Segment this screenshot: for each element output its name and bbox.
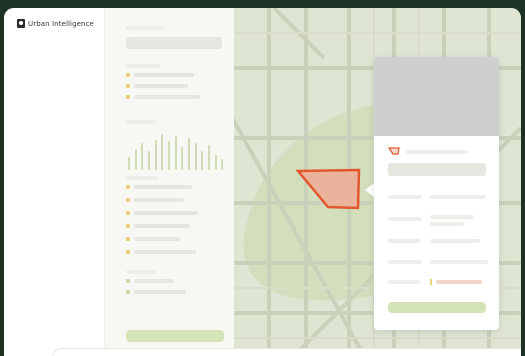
- filter-option: [134, 279, 174, 283]
- attribute-label: [388, 195, 422, 199]
- status-marker: [430, 279, 432, 285]
- checkbox-icon[interactable]: [126, 250, 130, 254]
- histogram-bar: [208, 145, 210, 170]
- histogram-bar: [161, 134, 164, 170]
- parcel-title-field[interactable]: [388, 163, 486, 176]
- attribute-value: [430, 239, 480, 243]
- histogram-bar: [174, 136, 177, 170]
- filter-section-heading: [126, 26, 164, 30]
- parcel-address: [406, 150, 468, 154]
- filter-section-heading: [126, 176, 158, 180]
- map-pin-logo-icon: [17, 19, 25, 28]
- view-details-button[interactable]: [388, 302, 486, 313]
- histogram-bar: [221, 159, 224, 170]
- histogram-bar: [128, 157, 130, 170]
- app-sidebar: Urban Intelligence: [4, 8, 104, 356]
- checkbox-icon[interactable]: [126, 290, 130, 294]
- filter-option: [134, 73, 194, 77]
- bottom-panel: [52, 348, 521, 356]
- checkbox-icon[interactable]: [126, 279, 130, 283]
- apply-filters-button[interactable]: [126, 330, 224, 342]
- histogram-bar: [148, 151, 150, 170]
- filter-panel: [104, 8, 234, 356]
- brand-name: Urban Intelligence: [28, 19, 94, 28]
- attribute-value: [430, 260, 488, 264]
- histogram-bar: [141, 143, 144, 170]
- checkbox-icon[interactable]: [126, 84, 130, 88]
- histogram-bar: [194, 143, 197, 170]
- attribute-value: [436, 280, 482, 284]
- filter-option: [134, 95, 200, 99]
- attribute-label: [388, 217, 422, 221]
- filter-option: [134, 198, 184, 202]
- checkbox-icon[interactable]: [126, 95, 130, 99]
- checkbox-icon[interactable]: [126, 211, 130, 215]
- parcel-photo: [374, 57, 499, 136]
- checkbox-icon[interactable]: [126, 73, 130, 77]
- value-histogram[interactable]: [126, 132, 226, 170]
- filter-option: [134, 224, 190, 228]
- histogram-bar: [134, 149, 137, 170]
- attribute-value: [430, 222, 464, 226]
- attribute-label: [388, 260, 422, 264]
- filter-section-heading: [126, 64, 160, 68]
- filter-option: [134, 290, 186, 294]
- filter-section-heading: [126, 120, 156, 124]
- brand[interactable]: Urban Intelligence: [17, 19, 94, 28]
- search-input[interactable]: [126, 37, 222, 49]
- app-window: Urban Intelligence: [4, 8, 521, 356]
- histogram-bar: [214, 155, 217, 170]
- parcel-shape-icon: [388, 147, 400, 155]
- histogram-bar: [201, 151, 204, 170]
- histogram-bar: [188, 138, 190, 170]
- filter-section-heading: [126, 270, 156, 274]
- attribute-value: [430, 215, 474, 219]
- filter-option: [134, 185, 192, 189]
- checkbox-icon[interactable]: [126, 237, 130, 241]
- filter-option: [134, 250, 196, 254]
- histogram-bar: [154, 140, 157, 170]
- attribute-label: [388, 239, 420, 243]
- histogram-bar: [181, 147, 184, 170]
- checkbox-icon[interactable]: [126, 224, 130, 228]
- checkbox-icon[interactable]: [126, 198, 130, 202]
- attribute-label: [388, 280, 420, 284]
- parcel-info-card: [374, 57, 499, 330]
- attribute-value: [430, 195, 486, 199]
- filter-option: [134, 84, 188, 88]
- checkbox-icon[interactable]: [126, 185, 130, 189]
- filter-option: [134, 237, 180, 241]
- filter-option: [134, 211, 198, 215]
- histogram-bar: [168, 141, 170, 170]
